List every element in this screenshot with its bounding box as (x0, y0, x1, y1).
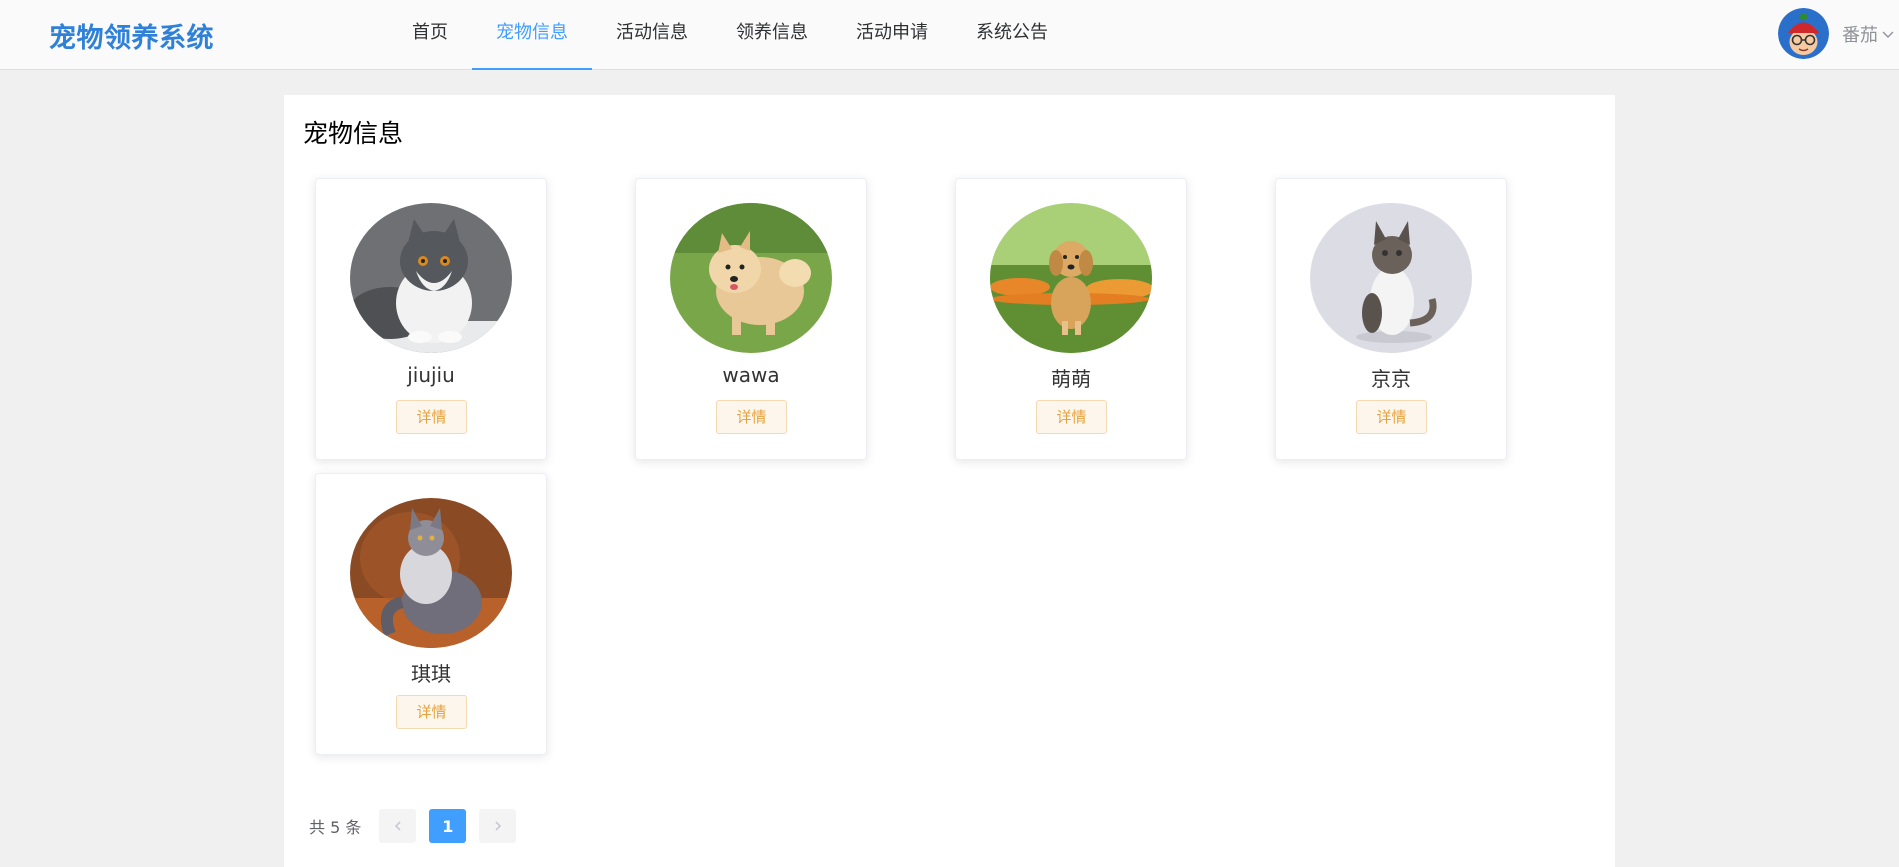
main-panel: 宠物信息 jiujiu 详情 wawa 详情 萌萌 详情 京京 详情 琪琪 详情… (284, 95, 1615, 867)
nav-item-activity-apply[interactable]: 活动申请 (832, 0, 952, 70)
app-logo-title[interactable]: 宠物领养系统 (49, 16, 214, 55)
pet-photo (1310, 203, 1472, 353)
nav-item-adoption-info[interactable]: 领养信息 (712, 0, 832, 70)
chevron-left-icon (394, 821, 401, 831)
pet-detail-button[interactable]: 详情 (716, 400, 787, 434)
pet-photo (350, 203, 512, 353)
nav-item-pet-info[interactable]: 宠物信息 (472, 0, 592, 70)
nav-item-announcements[interactable]: 系统公告 (952, 0, 1072, 70)
username-dropdown[interactable]: 番茄 (1842, 21, 1896, 47)
nav-item-activity-info[interactable]: 活动信息 (592, 0, 712, 70)
page-number-button[interactable]: 1 (429, 809, 467, 843)
pet-card: jiujiu 详情 (315, 178, 547, 460)
pet-detail-button[interactable]: 详情 (396, 400, 467, 434)
pagination-total: 共 5 条 (309, 818, 362, 837)
pet-card: 萌萌 详情 (955, 178, 1187, 460)
username-label: 番茄 (1842, 24, 1878, 46)
nav-item-home[interactable]: 首页 (388, 0, 472, 70)
pet-photo (670, 203, 832, 353)
main-nav: 首页 宠物信息 活动信息 领养信息 活动申请 系统公告 (388, 0, 1072, 70)
prev-page-button[interactable] (379, 809, 417, 843)
top-header: 宠物领养系统 首页 宠物信息 活动信息 领养信息 活动申请 系统公告 番茄 (0, 0, 1899, 70)
chevron-right-icon (495, 821, 501, 831)
pet-card: wawa 详情 (635, 178, 867, 460)
pet-name: 萌萌 (1051, 367, 1091, 391)
pet-card: 京京 详情 (1275, 178, 1507, 460)
pet-name: 京京 (1371, 367, 1411, 391)
pagination: 共 5 条 1 (309, 808, 529, 844)
pet-detail-button[interactable]: 详情 (1356, 400, 1427, 434)
page-title: 宠物信息 (303, 119, 404, 148)
pet-name: wawa (722, 363, 780, 387)
pet-name: jiujiu (407, 363, 455, 387)
pet-photo (990, 203, 1152, 353)
avatar[interactable] (1778, 8, 1829, 59)
pet-detail-button[interactable]: 详情 (396, 695, 467, 729)
chevron-down-icon (1882, 31, 1894, 38)
pet-name: 琪琪 (411, 662, 451, 686)
pet-detail-button[interactable]: 详情 (1036, 400, 1107, 434)
user-menu[interactable]: 番茄 (1778, 8, 1896, 59)
pet-photo (350, 498, 512, 648)
pet-card: 琪琪 详情 (315, 473, 547, 755)
next-page-button[interactable] (479, 809, 517, 843)
